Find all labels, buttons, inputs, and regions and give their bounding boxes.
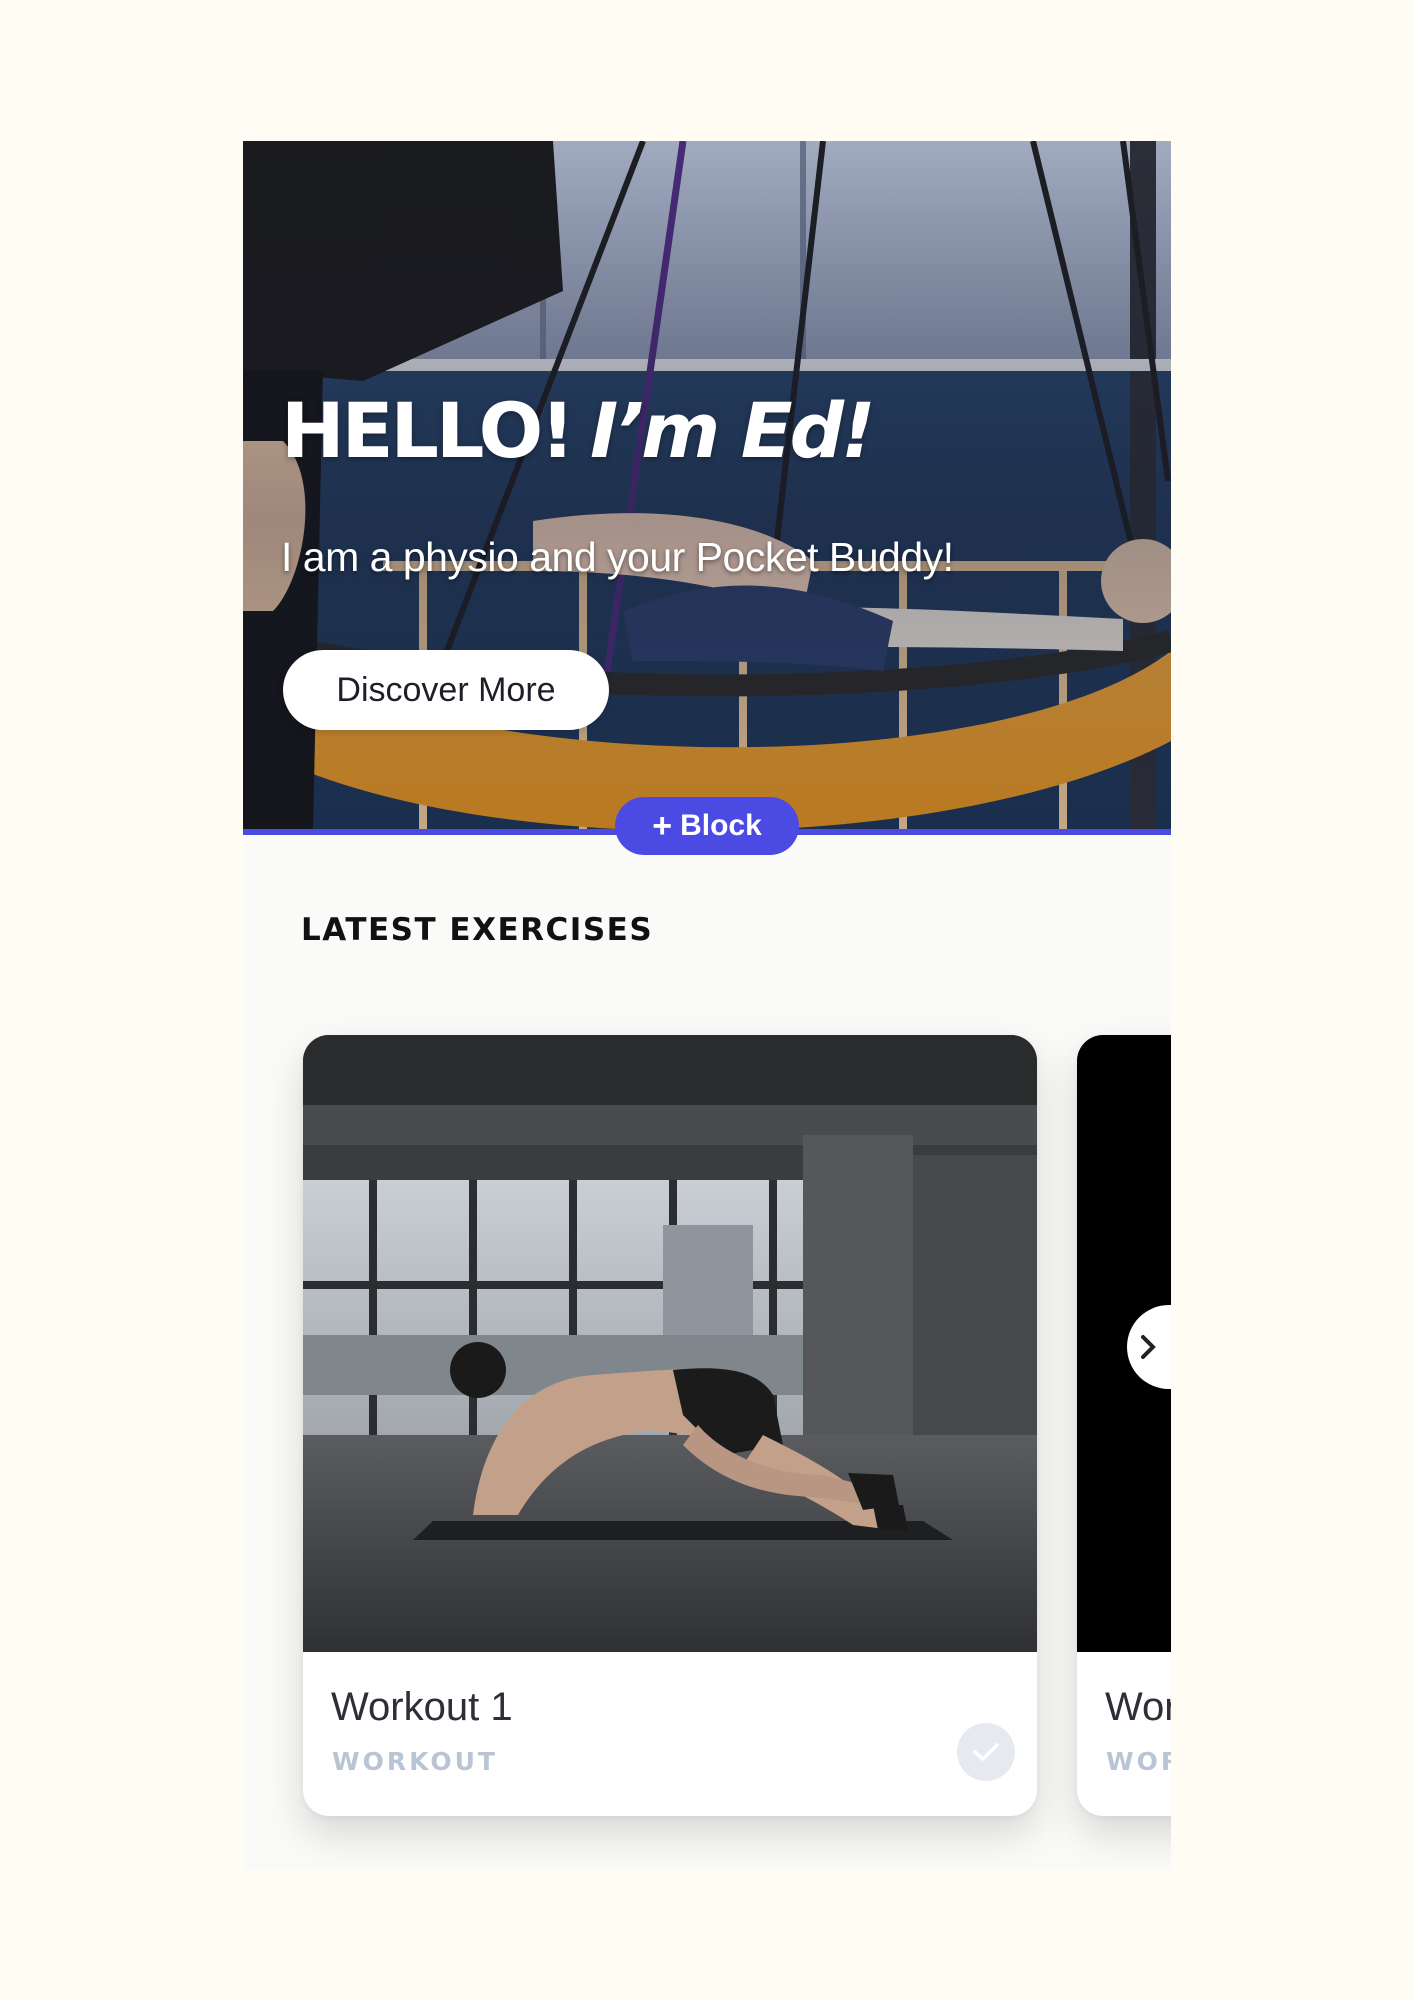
add-block-label: Block xyxy=(680,809,762,842)
hero-greeting: HELLO! xyxy=(281,386,575,475)
card-category-tag: WORKOUT xyxy=(1106,1747,1171,1776)
card-title: Workout 1 xyxy=(331,1685,513,1729)
hero-name: I’m Ed! xyxy=(589,386,876,475)
plus-icon: + xyxy=(652,807,673,845)
chevron-right-icon xyxy=(1141,1335,1156,1359)
latest-exercises-heading: LATEST EXERCISES xyxy=(301,912,654,948)
card-category-tag: WORKOUT xyxy=(332,1747,498,1776)
exercise-card-workout-1[interactable]: Workout 1 WORKOUT xyxy=(303,1035,1037,1816)
app-screen: HELLO! I’m Ed! I am a physio and your Poc… xyxy=(243,141,1171,1870)
discover-more-button[interactable]: Discover More xyxy=(283,650,609,730)
hero-subtitle: I am a physio and your Pocket Buddy! xyxy=(281,534,954,580)
exercise-card-workout-2[interactable]: Workout 2 WORKOUT xyxy=(1077,1035,1171,1816)
check-icon xyxy=(973,1743,999,1761)
hero-banner: HELLO! I’m Ed! I am a physio and your Poc… xyxy=(243,141,1171,830)
workout-1-image xyxy=(303,1035,1037,1652)
mark-complete-button[interactable] xyxy=(957,1723,1015,1781)
card-title: Workout 2 xyxy=(1105,1685,1171,1729)
hero-title: HELLO! I’m Ed! xyxy=(281,393,876,469)
add-block-button[interactable]: + Block xyxy=(615,797,799,855)
